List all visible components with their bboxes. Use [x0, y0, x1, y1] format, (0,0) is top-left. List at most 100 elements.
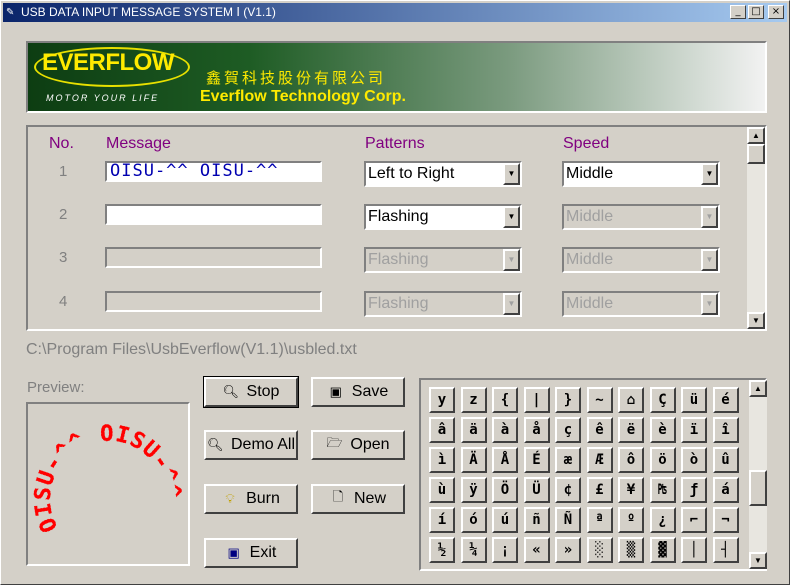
char-key[interactable]: É: [523, 447, 550, 473]
new-label: New: [353, 490, 386, 507]
dropdown-arrow-icon: ▼: [701, 206, 718, 228]
char-key[interactable]: Æ: [586, 447, 613, 473]
scroll-up-icon[interactable]: ▲: [749, 380, 767, 397]
char-key[interactable]: ü: [681, 387, 707, 413]
char-key[interactable]: ¥: [618, 477, 644, 503]
char-key[interactable]: ú: [492, 507, 518, 533]
pattern-select-4: Flashing ▼: [364, 291, 522, 317]
char-key[interactable]: ▓: [649, 537, 676, 563]
char-key[interactable]: ⌐: [681, 507, 707, 533]
burn-label: Burn: [246, 490, 280, 507]
char-key[interactable]: ù: [429, 477, 455, 503]
scroll-thumb[interactable]: [749, 470, 767, 506]
speed-value: Middle: [566, 208, 614, 225]
char-key[interactable]: é: [712, 387, 739, 413]
char-key[interactable]: »: [555, 537, 581, 563]
file-path: C:\Program Files\UsbEverflow(V1.1)\usble…: [26, 341, 357, 358]
dropdown-arrow-icon[interactable]: ▼: [503, 206, 520, 228]
dropdown-arrow-icon[interactable]: ▼: [503, 163, 520, 185]
char-key[interactable]: ª: [586, 507, 613, 533]
char-key[interactable]: z: [460, 387, 487, 413]
grid-scrollbar[interactable]: ▲ ▼: [747, 127, 765, 329]
pattern-select-2[interactable]: Flashing ▼: [364, 204, 522, 230]
char-key[interactable]: ç: [555, 417, 581, 443]
char-key[interactable]: }: [555, 387, 581, 413]
exit-button[interactable]: ▣ Exit: [204, 538, 298, 568]
burn-button[interactable]: 💡︎ Burn: [204, 484, 298, 514]
open-button[interactable]: 🗁 Open: [311, 430, 405, 460]
char-key[interactable]: ⌂: [618, 387, 644, 413]
char-key[interactable]: å: [523, 417, 550, 443]
message-input-2[interactable]: [105, 204, 322, 225]
char-key[interactable]: ô: [618, 447, 644, 473]
close-button[interactable]: ×: [768, 5, 784, 19]
char-key[interactable]: Å: [492, 447, 518, 473]
char-key[interactable]: ï: [681, 417, 707, 443]
pattern-select-1[interactable]: Left to Right ▼: [364, 161, 522, 187]
scroll-up-icon[interactable]: ▲: [747, 127, 765, 144]
char-key[interactable]: ö: [649, 447, 676, 473]
char-key[interactable]: û: [712, 447, 739, 473]
column-header-message: Message: [106, 135, 171, 152]
minimize-button[interactable]: _: [730, 5, 746, 19]
char-key[interactable]: ó: [460, 507, 487, 533]
scroll-down-icon[interactable]: ▼: [747, 312, 765, 329]
char-key[interactable]: ▒: [618, 537, 644, 563]
char-key[interactable]: y: [429, 387, 455, 413]
char-key[interactable]: {: [492, 387, 518, 413]
char-key[interactable]: Ö: [492, 477, 518, 503]
char-key[interactable]: ÿ: [460, 477, 487, 503]
char-key[interactable]: æ: [555, 447, 581, 473]
char-key[interactable]: ä: [460, 417, 487, 443]
maximize-button[interactable]: □: [748, 5, 764, 19]
char-key[interactable]: ƒ: [681, 477, 707, 503]
char-key[interactable]: Ç: [649, 387, 676, 413]
demo-all-button[interactable]: 🔍︎ Demo All: [204, 430, 298, 460]
char-key[interactable]: ¿: [649, 507, 676, 533]
save-button[interactable]: ▣ Save: [311, 377, 405, 407]
char-key[interactable]: ¢: [555, 477, 581, 503]
stop-button[interactable]: 🔍︎ Stop: [203, 376, 299, 408]
char-key[interactable]: à: [492, 417, 518, 443]
title-bar[interactable]: ✎ USB DATA INPUT MESSAGE SYSTEM Ⅰ (V1.1)…: [3, 3, 787, 22]
char-key[interactable]: ¼: [460, 537, 487, 563]
demo-all-label: Demo All: [230, 436, 296, 453]
dropdown-arrow-icon[interactable]: ▼: [701, 163, 718, 185]
char-key[interactable]: Ä: [460, 447, 487, 473]
char-key[interactable]: Ü: [523, 477, 550, 503]
logo-tagline: MOTOR YOUR LIFE: [46, 93, 160, 103]
message-input-4: [105, 291, 322, 312]
char-key[interactable]: |: [523, 387, 550, 413]
speed-select-1[interactable]: Middle ▼: [562, 161, 720, 187]
char-key[interactable]: ê: [586, 417, 613, 443]
message-input-3: [105, 247, 322, 268]
char-key[interactable]: ~: [586, 387, 613, 413]
char-key[interactable]: ò: [681, 447, 707, 473]
message-input-1[interactable]: OISU-^^ OISU-^^: [105, 161, 322, 182]
char-key[interactable]: ½: [429, 537, 455, 563]
char-key[interactable]: ░: [586, 537, 613, 563]
char-key[interactable]: º: [618, 507, 644, 533]
charmap-scrollbar[interactable]: ▲ ▼: [749, 380, 767, 569]
char-key[interactable]: ┤: [712, 537, 739, 563]
char-key[interactable]: î: [712, 417, 739, 443]
char-key[interactable]: ₧: [649, 477, 676, 503]
char-key[interactable]: ñ: [523, 507, 550, 533]
char-key[interactable]: ¡: [492, 537, 518, 563]
char-key[interactable]: «: [523, 537, 550, 563]
char-key[interactable]: í: [429, 507, 455, 533]
scroll-down-icon[interactable]: ▼: [749, 552, 767, 569]
lightbulb-icon: 💡︎: [225, 491, 235, 506]
char-key[interactable]: ì: [429, 447, 455, 473]
scroll-thumb[interactable]: [747, 144, 765, 164]
char-key[interactable]: │: [681, 537, 707, 563]
char-key[interactable]: ë: [618, 417, 644, 443]
char-key[interactable]: â: [429, 417, 455, 443]
char-key[interactable]: á: [712, 477, 739, 503]
char-key[interactable]: £: [586, 477, 613, 503]
app-icon[interactable]: ✎: [6, 6, 19, 19]
char-key[interactable]: Ñ: [555, 507, 581, 533]
char-key[interactable]: ¬: [712, 507, 739, 533]
new-button[interactable]: 🗋 New: [311, 484, 405, 514]
char-key[interactable]: è: [649, 417, 676, 443]
